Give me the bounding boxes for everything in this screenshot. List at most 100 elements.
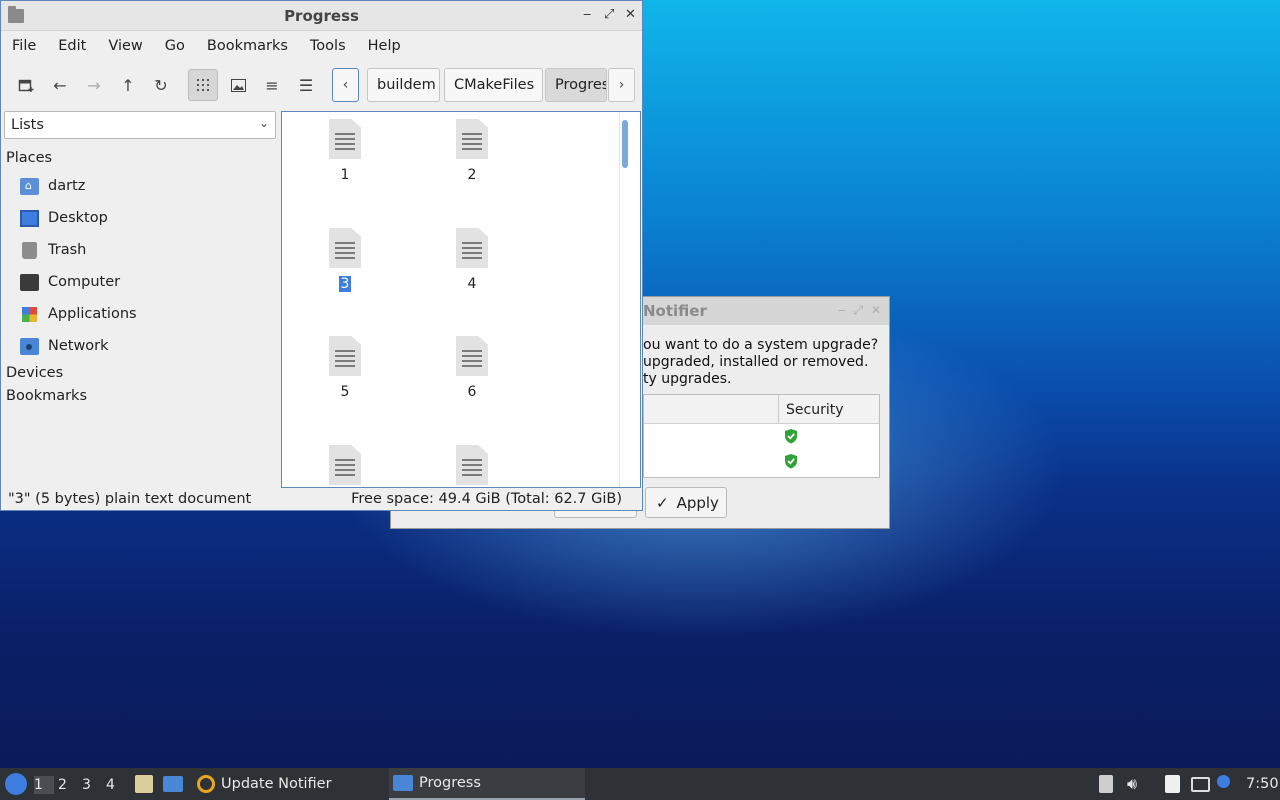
task-label: Progress [419,775,481,791]
breadcrumb-progress[interactable]: Progres [545,68,607,102]
file-item[interactable] [300,445,390,487]
apply-label: Apply [676,493,719,512]
thumbnail-view-icon[interactable] [223,69,253,101]
maximize-icon[interactable]: ⤢ [853,303,863,318]
sidebar-item-label: dartz [48,178,86,194]
reload-icon[interactable]: ↻ [146,69,176,101]
notifier-message: ou want to do a system upgrade? upgraded… [643,337,878,388]
scrollbar-track[interactable] [619,112,620,487]
forward-arrow-icon[interactable]: → [79,69,109,101]
menu-help[interactable]: Help [368,38,401,54]
breadcrumb-scroll-left-icon[interactable]: ‹ [332,68,359,102]
file-view[interactable]: 1 2 3 4 5 6 [281,111,641,488]
notifier-message-line: upgraded, installed or removed. [643,354,869,370]
close-icon[interactable]: ✕ [625,7,636,22]
notifier-message-line: ou want to do a system upgrade? [643,337,879,353]
menu-bookmarks[interactable]: Bookmarks [207,38,288,54]
scrollbar-thumb[interactable] [622,120,628,168]
volume-icon[interactable]: 🔊︎ [1127,768,1137,800]
desktop-icon [20,209,39,227]
file-item[interactable]: 2 [427,119,517,183]
new-tab-icon[interactable] [11,69,41,101]
sidebar-item-computer[interactable]: Computer [1,266,277,298]
file-name: 5 [340,384,350,400]
maximize-icon[interactable]: ⤢ [604,7,614,22]
update-alert-icon[interactable] [1217,768,1230,800]
breadcrumb-scroll-right-icon[interactable]: › [608,68,635,102]
selection-status: "3" (5 bytes) plain text document [8,491,252,507]
task-update-notifier[interactable]: Update Notifier [193,768,383,800]
sidebar-item-label: Applications [48,306,137,322]
sidebar-item-desktop[interactable]: Desktop [1,202,277,234]
text-file-icon [329,336,361,376]
text-file-icon [456,228,488,268]
file-item[interactable]: 1 [300,119,390,183]
security-column-header[interactable]: Security [786,402,844,418]
menu-view[interactable]: View [108,38,142,54]
icon-view-icon[interactable] [188,69,218,101]
network-status-icon[interactable] [1191,768,1210,800]
file-manager-launcher-icon[interactable] [135,768,153,800]
application-menu-icon[interactable] [5,773,27,795]
file-item[interactable]: 3 [300,228,390,292]
menubar: File Edit View Go Bookmarks Tools Help [1,31,642,61]
menu-tools[interactable]: Tools [310,38,346,54]
file-name: 2 [467,167,477,183]
places-heading[interactable]: Places [1,147,277,170]
breadcrumb-buildem[interactable]: buildem [367,68,440,102]
breadcrumb-cmakefiles[interactable]: CMakeFiles [444,68,543,102]
sidebar-item-dartz[interactable]: dartz [1,170,277,202]
text-file-icon [329,445,361,485]
up-arrow-icon[interactable]: ↑ [113,69,143,101]
menu-file[interactable]: File [12,38,36,54]
file-item[interactable]: 6 [427,336,517,400]
text-file-icon [329,228,361,268]
home-folder-icon [20,177,39,195]
devices-heading[interactable]: Devices [1,362,277,385]
sidebar-item-label: Trash [48,242,87,258]
desktop-switch-2[interactable]: 2 [58,776,78,794]
notifier-title: Notifier [643,302,707,320]
sidebar-item-applications[interactable]: Applications [1,298,277,330]
desktop-switch-3[interactable]: 3 [82,776,102,794]
chevron-down-icon: ⌄ [258,116,269,130]
desktop-switch-1[interactable]: 1 [34,776,54,794]
menu-go[interactable]: Go [165,38,185,54]
minimize-icon[interactable]: ‒ [838,303,846,318]
close-icon[interactable]: ✕ [871,303,881,318]
updates-table-header: Security [644,395,879,424]
file-name: 6 [467,384,477,400]
menu-edit[interactable]: Edit [58,38,86,54]
file-item[interactable]: 5 [300,336,390,400]
compact-view-icon[interactable]: ≡ [257,69,287,101]
file-manager-window[interactable]: Progress ‒ ⤢ ✕ File Edit View Go Bookmar… [0,0,643,511]
file-name: 1 [340,167,350,183]
text-file-icon [456,336,488,376]
text-file-icon [329,119,361,159]
sidebar-item-trash[interactable]: Trash [1,234,277,266]
free-space-status: Free space: 49.4 GiB (Total: 62.7 GiB) [351,491,622,507]
applications-icon [22,306,37,322]
desktop-switch-4[interactable]: 4 [106,776,126,794]
bookmarks-heading[interactable]: Bookmarks [1,385,277,408]
task-progress[interactable]: Progress [389,768,585,800]
taskbar: 1 2 3 4 Update Notifier Progress 🔊︎ 7:50 [0,768,1280,800]
minimize-icon[interactable]: ‒ [583,7,591,22]
sidebar-item-label: Computer [48,274,121,290]
file-name: 3 [338,276,352,292]
file-item[interactable]: 4 [427,228,517,292]
updates-table[interactable]: Security [643,394,880,478]
task-label: Update Notifier [221,776,332,792]
removable-media-icon[interactable] [1099,768,1113,800]
file-item[interactable] [427,445,517,487]
side-panel-mode-select[interactable]: Lists ⌄ [4,111,276,139]
file-manager-titlebar[interactable]: Progress ‒ ⤢ ✕ [1,1,642,31]
back-arrow-icon[interactable]: ← [45,69,75,101]
apply-button[interactable]: ✓ Apply [645,487,727,518]
clock[interactable]: 7:50 [1246,768,1279,800]
detailed-list-icon[interactable]: ☰ [291,69,321,101]
clipboard-icon[interactable] [1165,768,1180,800]
trash-icon [22,241,37,259]
sidebar-item-network[interactable]: Network [1,330,277,362]
show-desktop-icon[interactable] [163,768,183,800]
